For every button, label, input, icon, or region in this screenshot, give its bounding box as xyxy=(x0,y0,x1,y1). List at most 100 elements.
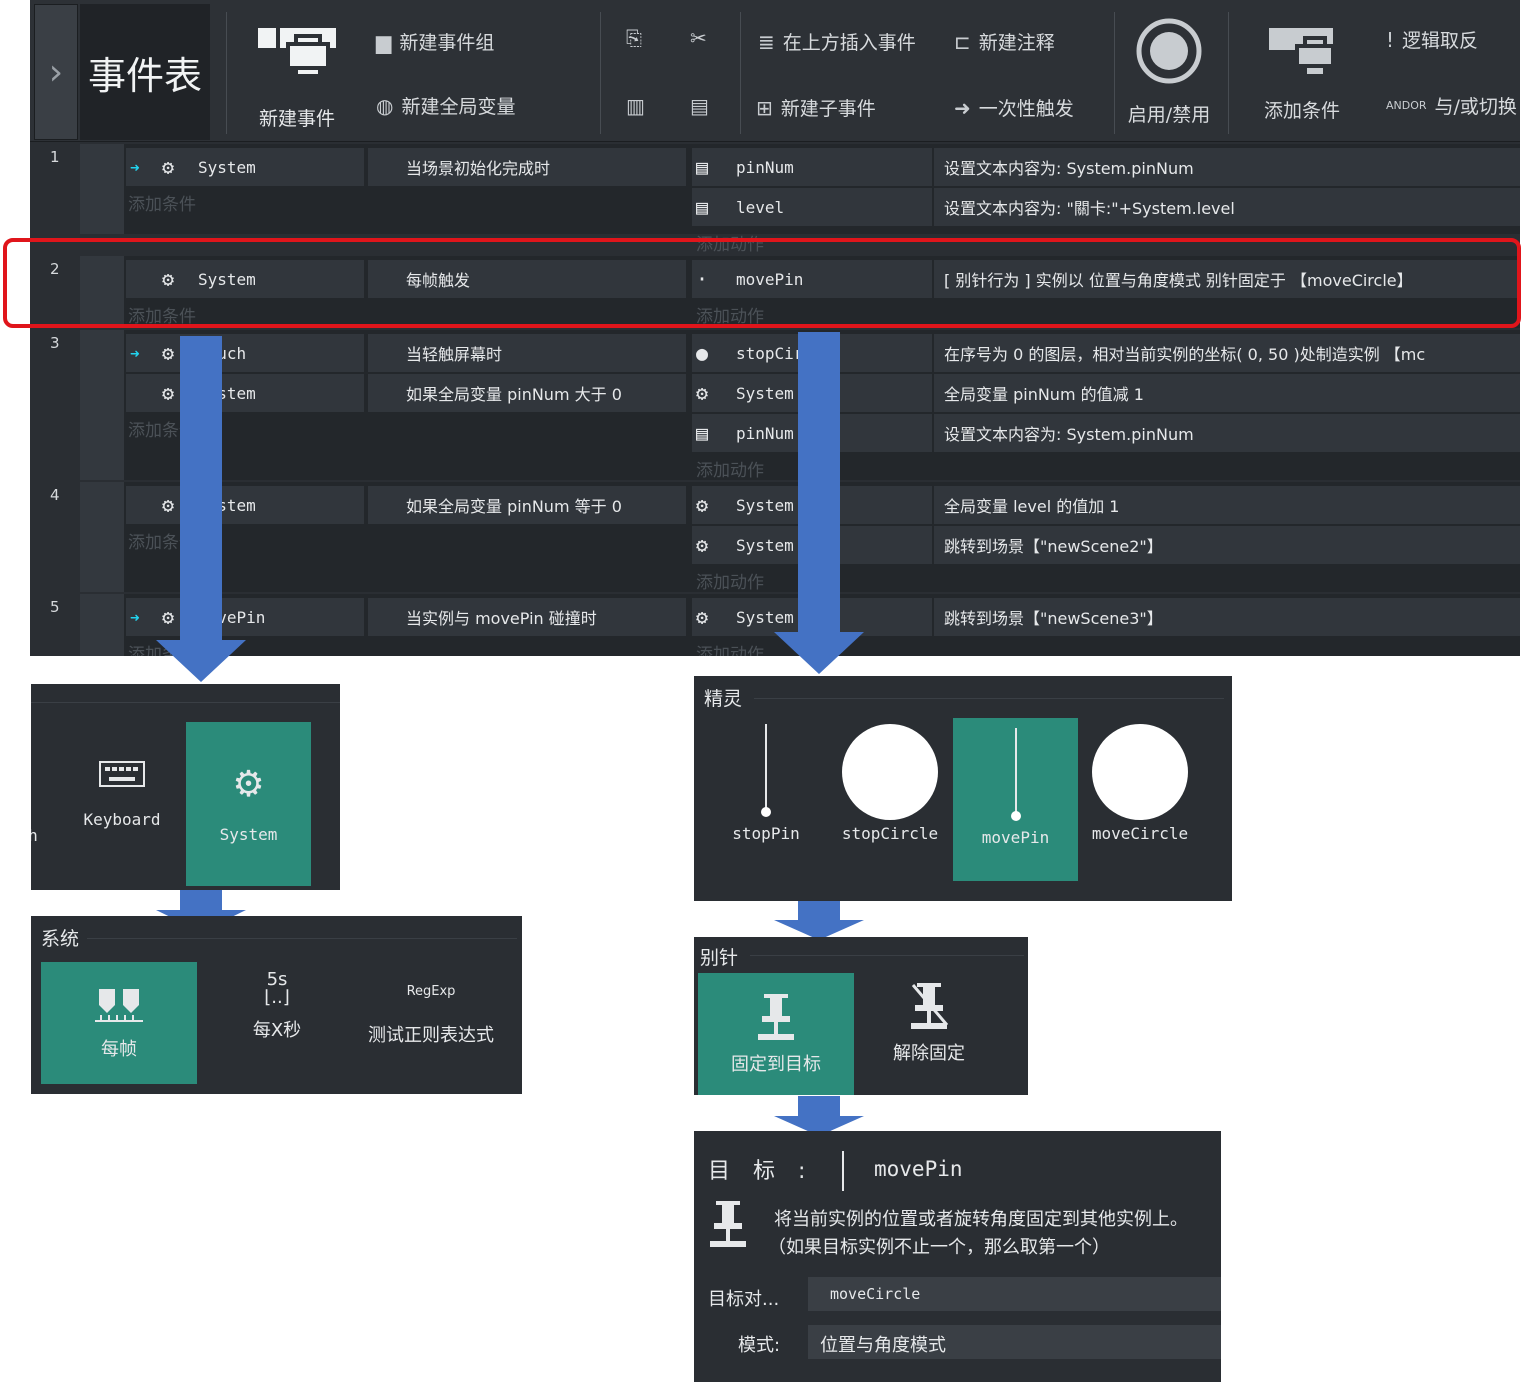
action-object[interactable]: ▤ level xyxy=(692,188,932,226)
action-text[interactable]: 在序号为 0 的图层，相对当前实例的坐标( 0, 50 )处制造实例 【mc xyxy=(934,334,1520,372)
toolbar: › 事件表 新建事件 ▆ 新建事件组 ◍ 新建全局变量 ⎘ ✂ ▥ ▤ ≣ 在上方插入… xyxy=(30,0,1520,142)
gears-icon: ⚙ xyxy=(696,493,709,517)
every-x-seconds-item[interactable]: 5s ⌊..⌋ 每X秒 xyxy=(227,970,327,1042)
add-condition-hint[interactable]: 添加条件 xyxy=(128,190,196,215)
text-icon: ▤ xyxy=(696,195,709,219)
action-text[interactable]: 全局变量 pinNum 的值减 1 xyxy=(934,374,1520,412)
sprites-panel: 精灵 stopPin stopCircle movePin moveCircle xyxy=(694,676,1232,901)
mode-select[interactable]: 位置与角度模式 xyxy=(808,1325,1221,1359)
action-object[interactable]: ▤ pinNum xyxy=(692,148,932,186)
action-description: 将当前实例的位置或者旋转角度固定到其他实例上。 xyxy=(774,1209,1188,1230)
text-icon: ▤ xyxy=(696,421,709,445)
delete-button[interactable]: ▥ xyxy=(626,94,645,118)
insert-above-button[interactable]: ≣ 在上方插入事件 xyxy=(758,28,916,55)
target-object-field[interactable]: moveCircle xyxy=(808,1277,1221,1311)
toggle-button[interactable]: 启用/禁用 xyxy=(1124,16,1214,136)
target-label: 目 标 : xyxy=(708,1159,814,1184)
trigger-once-icon: ➜ xyxy=(954,95,971,120)
circle-icon xyxy=(842,724,938,820)
action-note: （如果目标实例不止一个，那么取第一个） xyxy=(768,1237,1110,1258)
every-tick-icon xyxy=(95,989,143,1022)
action-parameters-panel: 目 标 : movePin 将当前实例的位置或者旋转角度固定到其他实例上。 （如… xyxy=(694,1131,1221,1382)
add-condition-button[interactable]: 添加条件 xyxy=(1252,22,1352,134)
keyboard-icon xyxy=(99,761,145,787)
pin-behavior-panel: 别针 固定到目标 解除固定 xyxy=(694,937,1028,1095)
unpin-icon xyxy=(911,983,949,1029)
condition-text[interactable]: 当实例与 movePin 碰撞时 xyxy=(368,598,686,636)
sub-event-icon: ⊞ xyxy=(756,95,773,120)
trigger-arrow-icon: ➜ xyxy=(130,157,140,177)
gears-icon: ⚙ xyxy=(696,533,709,557)
toggle-icon xyxy=(1136,18,1202,84)
sprite-item-stoppin[interactable]: stopPin xyxy=(716,720,816,843)
insert-icon: ≣ xyxy=(758,29,775,54)
action-text[interactable]: 全局变量 level 的值加 1 xyxy=(934,486,1520,524)
sprite-item-stopcircle[interactable]: stopCircle xyxy=(838,724,942,843)
gears-icon: ⚙ xyxy=(696,605,709,629)
arrow-icon xyxy=(156,336,246,682)
object-item-system[interactable]: ⚙ System xyxy=(186,722,311,886)
sprite-item-movepin[interactable]: movePin xyxy=(953,718,1078,881)
toolbar-expand[interactable]: › xyxy=(34,4,78,140)
circle-icon: ● xyxy=(696,341,709,365)
comment-icon: ⊏ xyxy=(954,29,971,54)
folder-icon: ▆ xyxy=(376,29,392,54)
event-number: 1 xyxy=(50,148,60,166)
condition-object[interactable]: ➜ ⚙ System xyxy=(126,148,364,186)
paste-button[interactable]: ▤ xyxy=(690,94,709,118)
new-group-button[interactable]: ▆ 新建事件组 xyxy=(376,28,494,55)
action-text[interactable]: 设置文本内容为: System.pinNum xyxy=(934,414,1520,452)
unpin-item[interactable]: 解除固定 xyxy=(874,981,984,1065)
add-action-hint[interactable]: 添加动作 xyxy=(696,456,764,481)
new-event-label: 新建事件 xyxy=(258,108,335,130)
copy-icon: ⎘ xyxy=(626,26,642,50)
add-action-hint[interactable]: 添加动作 xyxy=(696,568,764,593)
trigger-once-button[interactable]: ➜ 一次性触发 xyxy=(954,94,1074,121)
action-text[interactable]: 设置文本内容为: "關卡:"+System.level xyxy=(934,188,1520,226)
new-sub-event-button[interactable]: ⊞ 新建子事件 xyxy=(756,94,876,121)
new-event-button[interactable]: 新建事件 xyxy=(252,22,342,132)
event-number: 4 xyxy=(50,486,60,504)
condition-text[interactable]: 当轻触屏幕时 xyxy=(368,334,686,372)
pin-icon xyxy=(1010,728,1021,821)
pushpin-icon xyxy=(710,1201,746,1247)
event-number: 3 xyxy=(50,334,60,352)
condition-text[interactable]: 如果全局变量 pinNum 等于 0 xyxy=(368,486,686,524)
object-picker: h Keyboard ⚙ System xyxy=(31,684,340,890)
add-action-hint[interactable]: 添加动作 xyxy=(696,640,764,656)
object-item-keyboard[interactable]: Keyboard xyxy=(79,758,165,829)
add-condition-icon xyxy=(1269,28,1335,78)
event-number: 5 xyxy=(50,598,60,616)
cut-button[interactable]: ✂ xyxy=(690,26,707,50)
condition-text[interactable]: 如果全局变量 pinNum 大于 0 xyxy=(368,374,686,412)
new-comment-button[interactable]: ⊏ 新建注释 xyxy=(954,28,1055,55)
action-text[interactable]: 设置文本内容为: System.pinNum xyxy=(934,148,1520,186)
new-global-var-button[interactable]: ◍ 新建全局变量 xyxy=(376,92,515,119)
new-event-icon xyxy=(258,28,336,78)
regexp-icon: RegExp xyxy=(406,984,456,999)
trash-icon: ▥ xyxy=(626,94,645,118)
arrow-icon xyxy=(774,900,864,940)
negate-button[interactable]: ! 逻辑取反 xyxy=(1386,26,1478,53)
copy-button[interactable]: ⎘ xyxy=(626,26,642,50)
and-or-button[interactable]: ANDOR 与/或切换 xyxy=(1386,92,1517,119)
and-or-icon: ANDOR xyxy=(1386,99,1427,112)
condition-text[interactable]: 当场景初始化完成时 xyxy=(368,148,686,186)
object-name: System xyxy=(198,157,256,177)
globe-icon: ◍ xyxy=(376,93,394,118)
gears-icon: ⚙ xyxy=(232,764,265,805)
pushpin-icon xyxy=(758,994,794,1040)
test-regex-item[interactable]: RegExp 测试正则表达式 xyxy=(361,984,501,1047)
scissors-icon: ✂ xyxy=(690,26,707,50)
paste-icon: ▤ xyxy=(690,94,709,118)
text-icon: ▤ xyxy=(696,155,709,179)
action-text[interactable]: 跳转到场景【"newScene2"】 xyxy=(934,526,1520,564)
sprite-item-movecircle[interactable]: moveCircle xyxy=(1088,724,1192,843)
object-item-partial[interactable]: h xyxy=(31,826,43,845)
every-tick-item[interactable]: 每帧 xyxy=(41,962,197,1084)
pin-to-target-item[interactable]: 固定到目标 xyxy=(698,973,854,1095)
action-text[interactable]: 跳转到场景【"newScene3"】 xyxy=(934,598,1520,636)
system-conditions-panel: 系统 每帧 5s ⌊..⌋ 每X秒 RegExp 测试正则表达式 xyxy=(31,916,522,1094)
exclamation-icon: ! xyxy=(1386,27,1395,52)
circle-icon xyxy=(1092,724,1188,820)
